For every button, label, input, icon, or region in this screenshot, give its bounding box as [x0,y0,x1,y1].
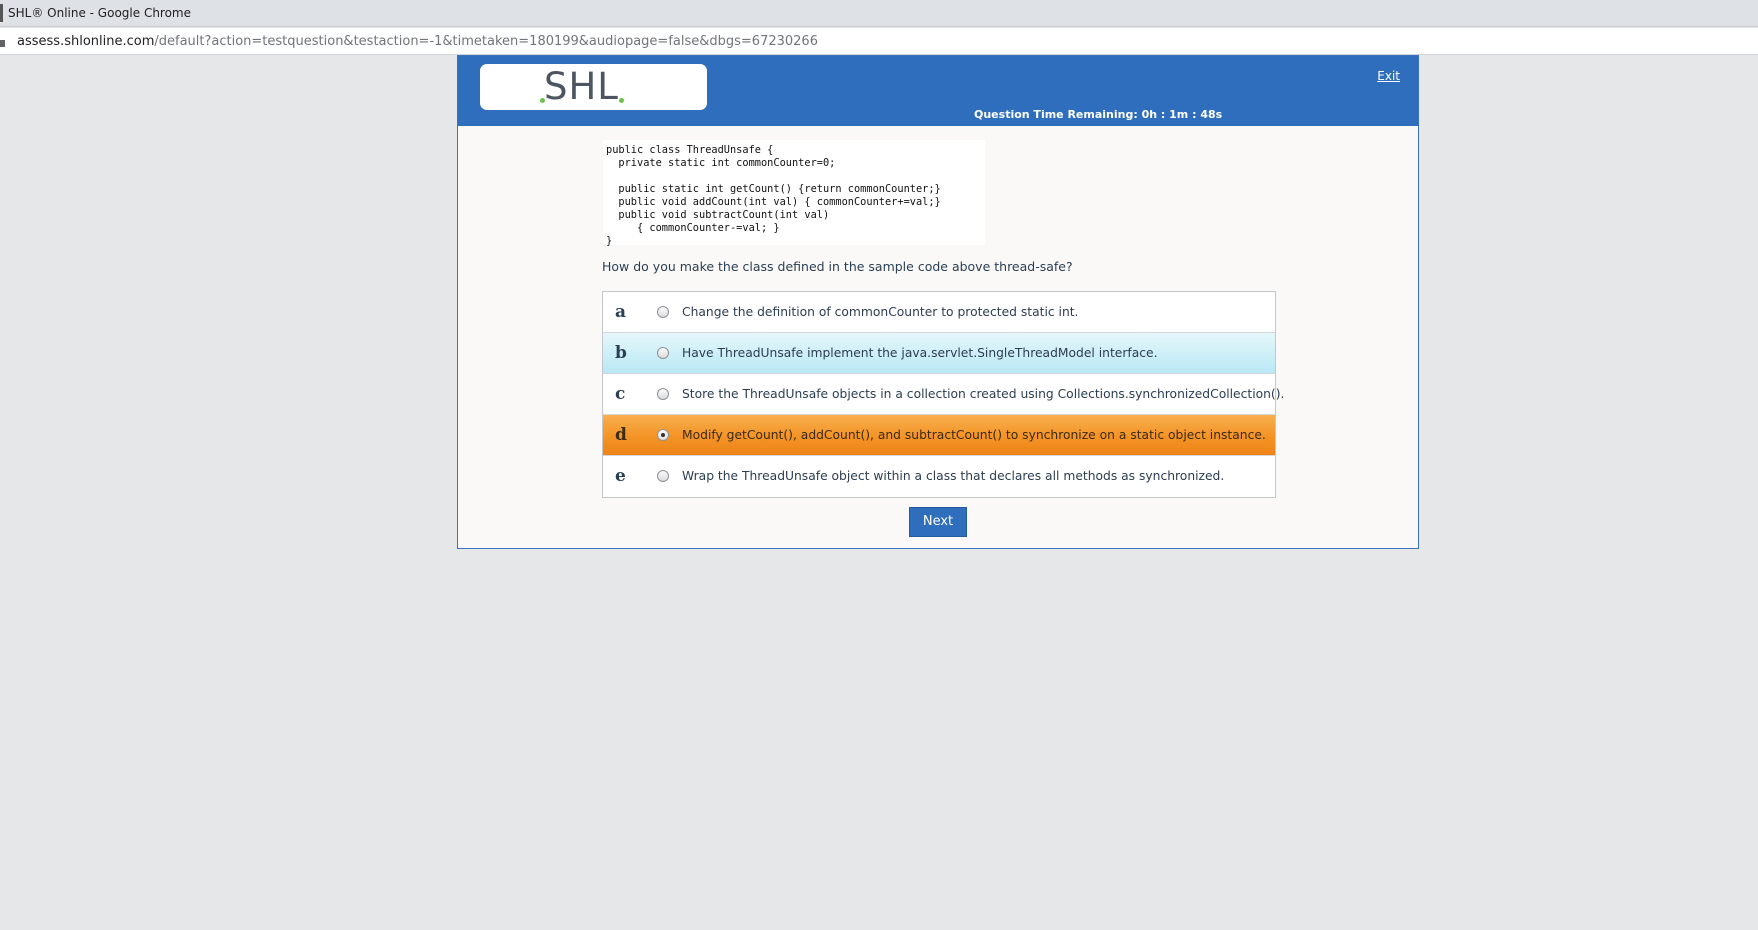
browser-titlebar: SHL® Online - Google Chrome [0,0,1758,27]
option-b[interactable]: b Have ThreadUnsafe implement the java.s… [603,333,1275,374]
option-text: Modify getCount(), addCount(), and subtr… [682,428,1266,442]
timer-value: 0h : 1m : 48s [1141,108,1223,121]
option-letter: d [615,425,627,445]
url-path: /default?action=testquestion&testaction=… [154,34,818,49]
option-letter: a [615,302,627,322]
question-text: How do you make the class defined in the… [602,259,1073,274]
code-sample: public class ThreadUnsafe { private stat… [603,140,985,247]
window-edge [0,4,3,22]
test-panel: SHL Exit Question Time Remaining: 0h : 1… [457,55,1419,549]
timer-label: Question Time Remaining: [974,108,1138,121]
logo-dot-right [619,98,624,103]
answer-options: a Change the definition of commonCounter… [602,291,1284,498]
option-text: Wrap the ThreadUnsafe object within a cl… [682,469,1225,483]
option-radio[interactable] [657,429,669,441]
option-letter: e [615,466,626,486]
option-d[interactable]: d Modify getCount(), addCount(), and sub… [603,415,1275,456]
panel-header: SHL Exit Question Time Remaining: 0h : 1… [458,56,1418,126]
url-host: assess.shlonline.com [17,34,155,49]
option-radio[interactable] [657,306,669,318]
lock-icon [0,35,5,47]
exit-link[interactable]: Exit [1377,69,1400,83]
next-button[interactable]: Next [909,507,967,537]
option-text: Have ThreadUnsafe implement the java.ser… [682,346,1158,360]
option-letter: b [615,343,627,363]
url-text[interactable]: assess.shlonline.com/default?action=test… [17,34,818,49]
shl-logo: SHL [480,64,707,110]
option-text: Change the definition of commonCounter t… [682,305,1079,319]
code-sample-text: public class ThreadUnsafe { private stat… [606,144,941,247]
option-radio[interactable] [657,347,669,359]
option-radio[interactable] [657,388,669,400]
option-e[interactable]: e Wrap the ThreadUnsafe object within a … [603,456,1275,497]
address-bar[interactable]: assess.shlonline.com/default?action=test… [0,28,1758,55]
option-c[interactable]: c Store the ThreadUnsafe objects in a co… [603,374,1284,415]
option-radio[interactable] [657,470,669,482]
option-a[interactable]: a Change the definition of commonCounter… [603,292,1275,333]
question-timer: Question Time Remaining: 0h : 1m : 48s [974,108,1222,121]
option-letter: c [615,384,626,404]
option-text: Store the ThreadUnsafe objects in a coll… [682,387,1285,401]
logo-text: SHL [544,65,619,108]
window-title: SHL® Online - Google Chrome [8,6,192,20]
